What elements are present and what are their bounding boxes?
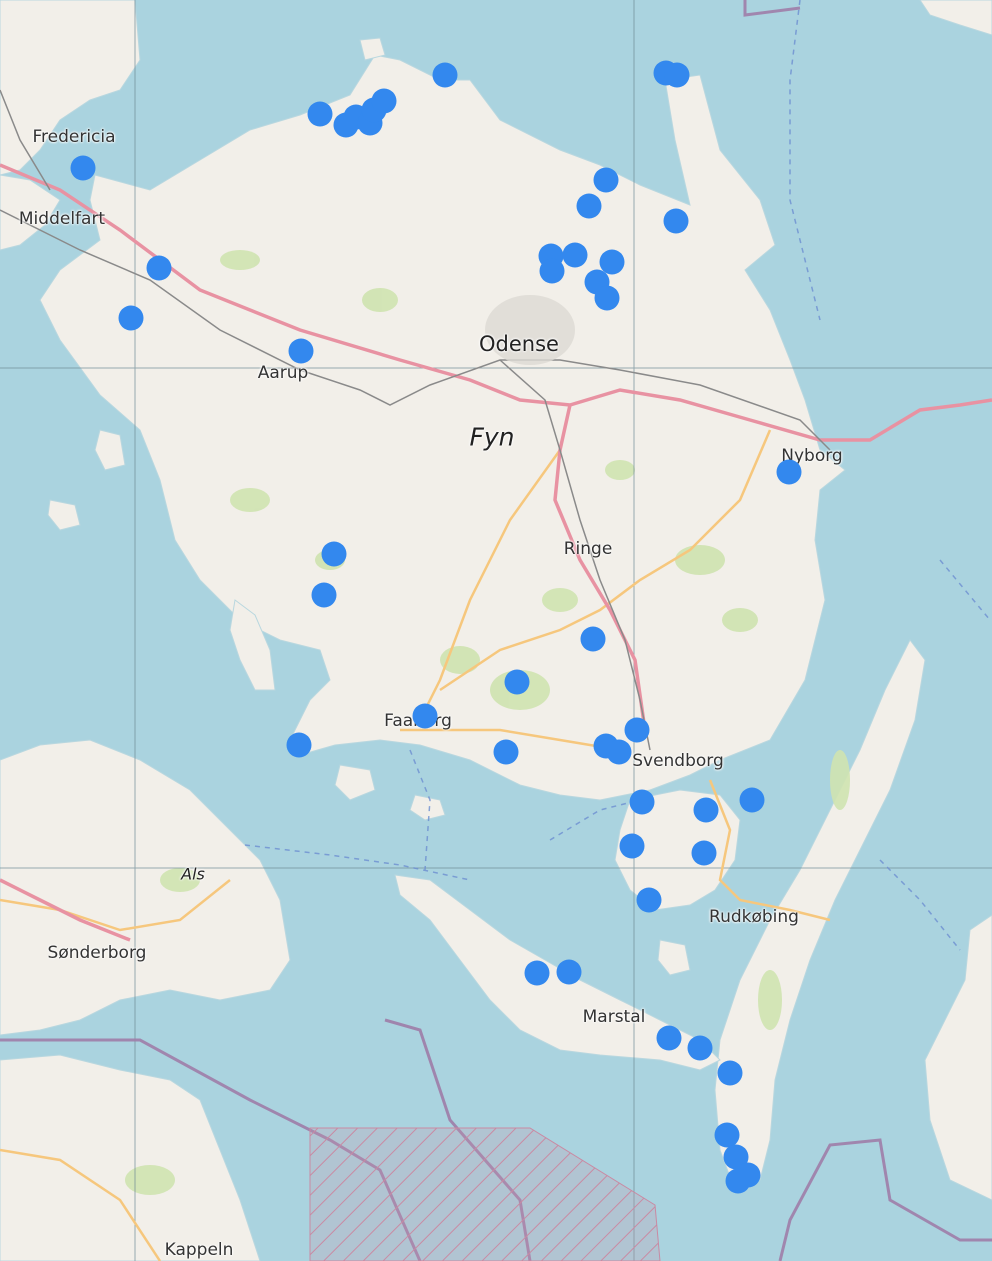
map-marker[interactable]: [739, 787, 765, 813]
map-marker[interactable]: [118, 305, 144, 331]
map-marker[interactable]: [619, 833, 645, 859]
markers-layer: [70, 60, 802, 1194]
map-marker[interactable]: [599, 249, 625, 275]
map-marker[interactable]: [693, 797, 719, 823]
map-marker[interactable]: [432, 62, 458, 88]
map-marker[interactable]: [556, 959, 582, 985]
map-marker[interactable]: [539, 258, 565, 284]
map-marker[interactable]: [629, 789, 655, 815]
map-marker[interactable]: [593, 167, 619, 193]
map-marker[interactable]: [664, 62, 690, 88]
map-marker[interactable]: [307, 101, 333, 127]
map-marker[interactable]: [714, 1122, 740, 1148]
map-marker[interactable]: [663, 208, 689, 234]
map-marker[interactable]: [594, 285, 620, 311]
map-marker[interactable]: [311, 582, 337, 608]
map-marker[interactable]: [321, 541, 347, 567]
map-marker[interactable]: [606, 739, 632, 765]
map-marker[interactable]: [493, 739, 519, 765]
map-marker[interactable]: [624, 717, 650, 743]
map-marker[interactable]: [687, 1035, 713, 1061]
map-marker[interactable]: [656, 1025, 682, 1051]
map-marker[interactable]: [562, 242, 588, 268]
map-marker[interactable]: [286, 732, 312, 758]
map-marker[interactable]: [576, 193, 602, 219]
map-marker[interactable]: [524, 960, 550, 986]
map-marker[interactable]: [725, 1168, 751, 1194]
map-marker[interactable]: [717, 1060, 743, 1086]
map-marker[interactable]: [412, 703, 438, 729]
map-marker[interactable]: [288, 338, 314, 364]
map-canvas[interactable]: Fredericia Middelfart Aarup Odense Fyn N…: [0, 0, 992, 1261]
map-marker[interactable]: [636, 887, 662, 913]
map-marker[interactable]: [691, 840, 717, 866]
map-marker[interactable]: [371, 88, 397, 114]
map-marker[interactable]: [146, 255, 172, 281]
map-marker[interactable]: [580, 626, 606, 652]
map-marker[interactable]: [504, 669, 530, 695]
map-marker[interactable]: [70, 155, 96, 181]
map-marker[interactable]: [776, 459, 802, 485]
